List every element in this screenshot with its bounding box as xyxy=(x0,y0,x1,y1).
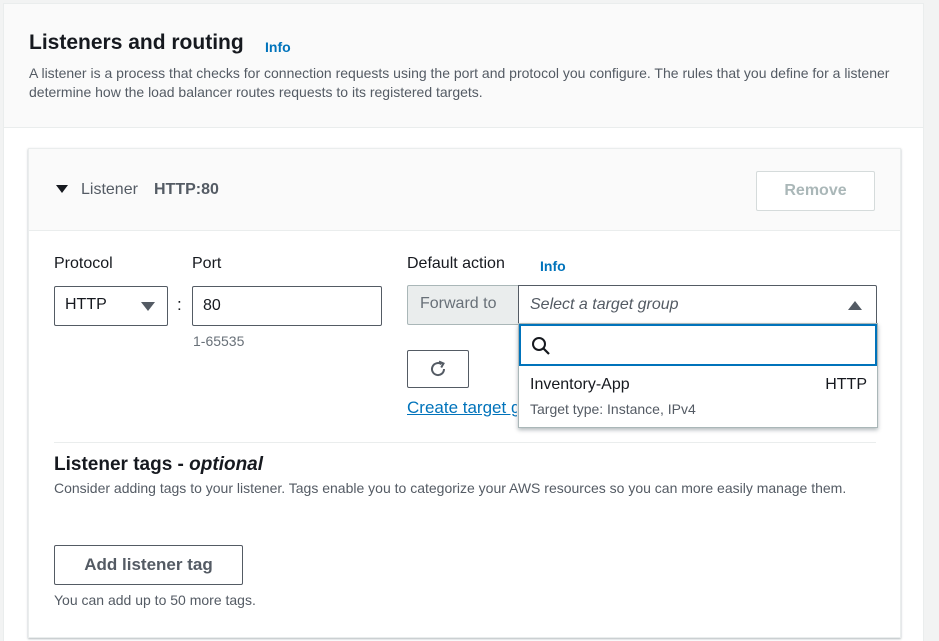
refresh-button[interactable] xyxy=(407,350,469,388)
forward-to-label-box: Forward to xyxy=(407,285,519,325)
target-group-search-input[interactable] xyxy=(519,324,877,366)
target-group-dropdown: Inventory-App HTTP Target type: Instance… xyxy=(518,323,878,428)
caret-up-icon xyxy=(848,301,862,310)
listeners-routing-panel: Listeners and routing Info A listener is… xyxy=(3,3,924,641)
listener-card: Listener HTTP:80 Remove Protocol Port De… xyxy=(28,148,901,638)
listener-label: Listener xyxy=(81,181,138,198)
forward-to-label: Forward to xyxy=(420,295,497,312)
option-name: Inventory-App xyxy=(530,376,630,393)
protocol-label: Protocol xyxy=(54,255,113,272)
listener-name: HTTP:80 xyxy=(154,181,219,198)
target-group-placeholder: Select a target group xyxy=(530,296,679,313)
page-title: Listeners and routing xyxy=(29,31,244,54)
tags-hint: You can add up to 50 more tags. xyxy=(54,592,256,608)
protocol-value: HTTP xyxy=(65,296,107,313)
add-listener-tag-button[interactable]: Add listener tag xyxy=(54,545,243,585)
search-icon xyxy=(532,337,550,355)
section-description: A listener is a process that checks for … xyxy=(29,65,890,100)
info-link[interactable]: Info xyxy=(265,39,291,55)
create-target-group-link[interactable]: Create target group xyxy=(407,398,517,418)
target-group-select[interactable]: Select a target group xyxy=(518,285,877,325)
divider xyxy=(54,442,876,443)
port-input[interactable] xyxy=(192,286,382,326)
default-action-info-link[interactable]: Info xyxy=(540,258,566,274)
refresh-icon xyxy=(431,360,446,377)
listener-tags-title: Listener tags - optional xyxy=(54,454,264,475)
caret-down-icon xyxy=(141,302,155,311)
remove-button[interactable]: Remove xyxy=(756,171,875,211)
port-hint: 1-65535 xyxy=(193,333,245,349)
option-protocol: HTTP xyxy=(825,376,867,393)
panel-header: Listeners and routing Info A listener is… xyxy=(4,4,923,128)
option-description: Target type: Instance, IPv4 xyxy=(530,401,696,417)
listener-card-header[interactable]: Listener HTTP:80 Remove xyxy=(29,149,900,231)
default-action-label: Default action xyxy=(407,255,505,272)
colon-separator: : xyxy=(177,295,182,314)
protocol-select[interactable]: HTTP xyxy=(54,286,168,326)
caret-down-icon[interactable] xyxy=(56,185,68,193)
port-label: Port xyxy=(192,255,222,272)
listener-tags-description: Consider adding tags to your listener. T… xyxy=(54,480,847,496)
